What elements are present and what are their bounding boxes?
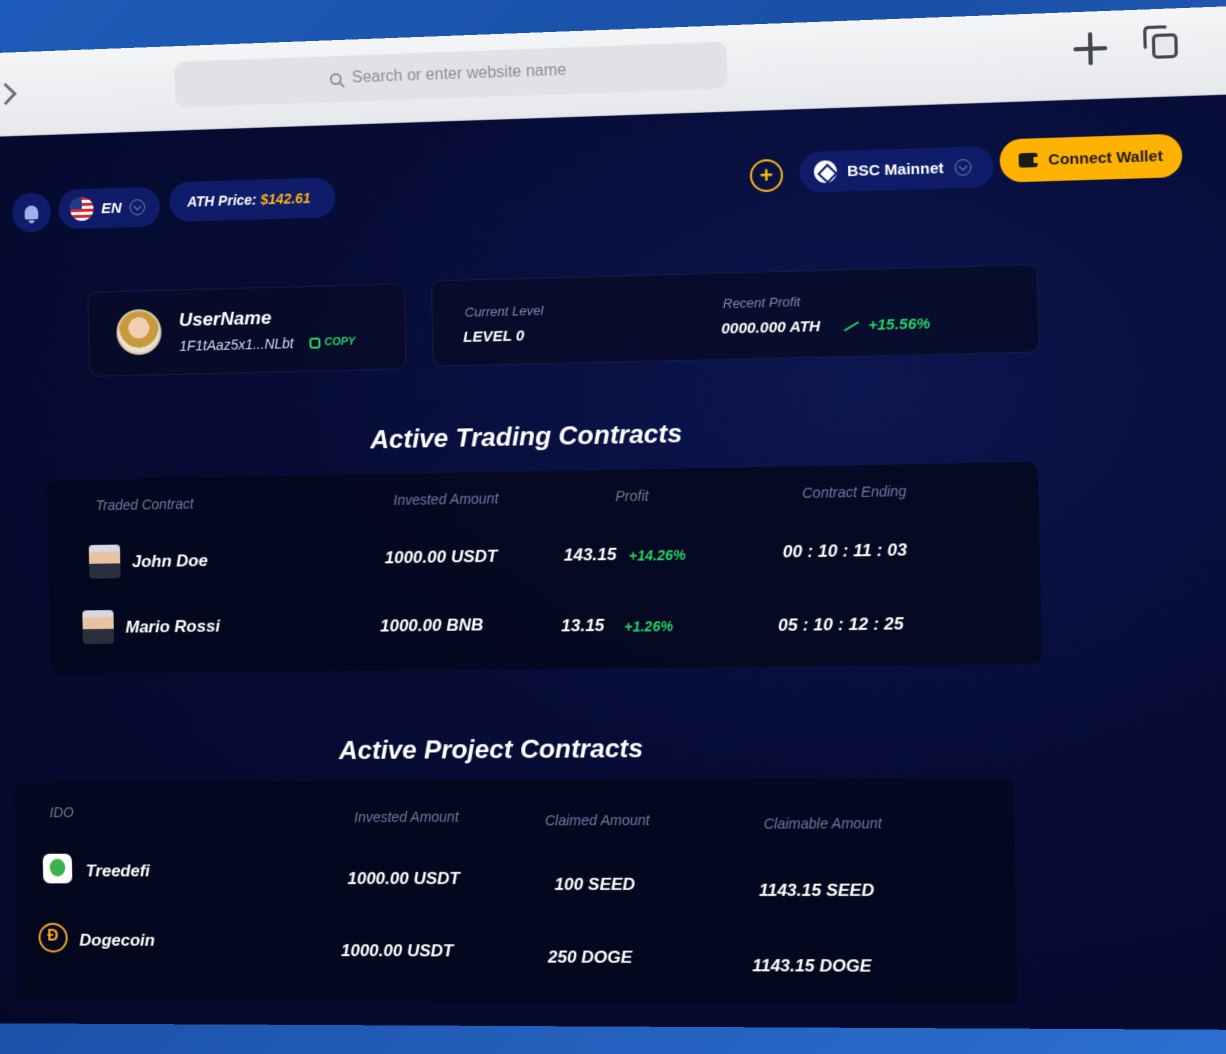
wallet-address: 1F1tAaz5x1...NLbt — [179, 335, 294, 354]
projects-table: IDO Invested Amount Claimed Amount Claim… — [14, 777, 1018, 1004]
table-row[interactable]: Treedefi 1000.00 USDT 100 SEED 1143.15 S… — [14, 777, 1013, 900]
invested-amount: 1000.00 USDT — [347, 868, 461, 889]
trend-up-icon — [843, 320, 862, 331]
treedefi-logo-icon — [42, 853, 73, 884]
connect-wallet-button[interactable]: Connect Wallet — [999, 133, 1183, 183]
wallet-icon — [1018, 152, 1038, 168]
trader-name: John Doe — [131, 551, 209, 572]
column-header: Invested Amount — [393, 490, 499, 509]
dogecoin-logo-icon — [38, 922, 68, 953]
recent-profit-change: +15.56% — [843, 315, 931, 335]
language-label: EN — [101, 199, 122, 217]
invested-amount: 1000.00 BNB — [379, 615, 484, 636]
contract-ending: 05 : 10 : 12 : 25 — [777, 614, 904, 635]
address-bar-placeholder: Search or enter website name — [351, 61, 567, 87]
trader-name: Mario Rossi — [125, 616, 221, 637]
profit-change: +1.26% — [624, 617, 674, 635]
current-level-label: Current Level — [464, 302, 544, 320]
stage: Search or enter website name EN ATH Pric… — [0, 0, 1226, 1054]
column-header: Claimed Amount — [544, 811, 650, 829]
chevron-down-icon — [129, 199, 146, 216]
copy-label: COPY — [324, 335, 356, 349]
invested-amount: 1000.00 USDT — [384, 546, 498, 568]
ath-price-label: ATH Price: — [187, 191, 257, 210]
browser-window: Search or enter website name EN ATH Pric… — [0, 5, 1226, 1031]
current-level-value: LEVEL 0 — [463, 327, 525, 347]
column-header: Invested Amount — [353, 808, 459, 826]
profile-card: UserName 1F1tAaz5x1...NLbt COPY — [87, 283, 407, 377]
column-header: Profit — [615, 487, 649, 505]
table-row[interactable]: John Doe 1000.00 USDT 143.15 +14.26% 00 … — [47, 462, 1038, 579]
tabs-overview-icon[interactable] — [1143, 25, 1182, 64]
invested-amount: 1000.00 USDT — [340, 941, 454, 961]
projects-section-title: Active Project Contracts — [338, 732, 644, 766]
us-flag-icon — [69, 196, 94, 222]
profit-change: +14.26% — [628, 546, 686, 564]
new-tab-plus-icon[interactable] — [1071, 29, 1110, 68]
table-row[interactable]: Mario Rossi 1000.00 BNB 13.15 +1.26% 05 … — [47, 462, 1038, 645]
forward-chevron-icon[interactable] — [0, 82, 17, 106]
claimable-amount: 1143.15 SEED — [758, 880, 875, 901]
ath-price-badge: ATH Price: $142.61 — [169, 177, 336, 223]
level-profit-card: Current Level LEVEL 0 Recent Profit 0000… — [430, 263, 1040, 367]
recent-profit-value: 0000.000 ATH — [721, 317, 821, 338]
table-row[interactable]: Dogecoin 1000.00 USDT 250 DOGE 1143.15 D… — [14, 777, 1013, 976]
ath-price-value: $142.61 — [260, 189, 311, 208]
recent-profit-change-value: +15.56% — [867, 315, 931, 335]
copy-icon — [309, 336, 321, 349]
claimed-amount: 100 SEED — [554, 874, 636, 895]
profit-value: 143.15 — [563, 544, 617, 565]
address-bar[interactable]: Search or enter website name — [174, 41, 728, 108]
notification-button[interactable] — [11, 192, 52, 233]
column-header: Claimable Amount — [763, 815, 882, 832]
project-name: Dogecoin — [79, 930, 156, 950]
avatar — [82, 610, 115, 645]
project-name: Treedefi — [85, 861, 151, 881]
bnb-chain-icon — [813, 160, 838, 184]
bell-icon — [24, 205, 39, 220]
language-selector[interactable]: EN — [58, 186, 161, 230]
column-header: Contract Ending — [801, 482, 907, 502]
network-selector[interactable]: BSC Mainnet — [799, 145, 994, 193]
search-icon — [329, 72, 343, 86]
claimable-amount: 1143.15 DOGE — [752, 956, 872, 976]
profit-value: 13.15 — [560, 615, 605, 636]
avatar — [88, 544, 121, 579]
column-header: IDO — [49, 804, 74, 821]
add-token-plus-icon[interactable]: + — [749, 158, 784, 193]
trading-section-title: Active Trading Contracts — [369, 417, 683, 455]
trading-table: Traded Contract Invested Amount Profit C… — [46, 461, 1043, 675]
chevron-down-icon — [953, 158, 972, 176]
avatar — [116, 308, 162, 356]
username: UserName — [178, 307, 272, 332]
recent-profit-label: Recent Profit — [722, 293, 801, 312]
contract-ending: 00 : 10 : 11 : 03 — [782, 540, 908, 562]
column-header: Traded Contract — [95, 495, 194, 514]
dapp-page: EN ATH Price: $142.61 + BSC Mainnet Conn… — [0, 93, 1226, 1031]
network-label: BSC Mainnet — [846, 159, 944, 180]
copy-address-button[interactable]: COPY — [309, 335, 356, 349]
connect-wallet-label: Connect Wallet — [1048, 147, 1164, 169]
claimed-amount: 250 DOGE — [547, 947, 633, 967]
